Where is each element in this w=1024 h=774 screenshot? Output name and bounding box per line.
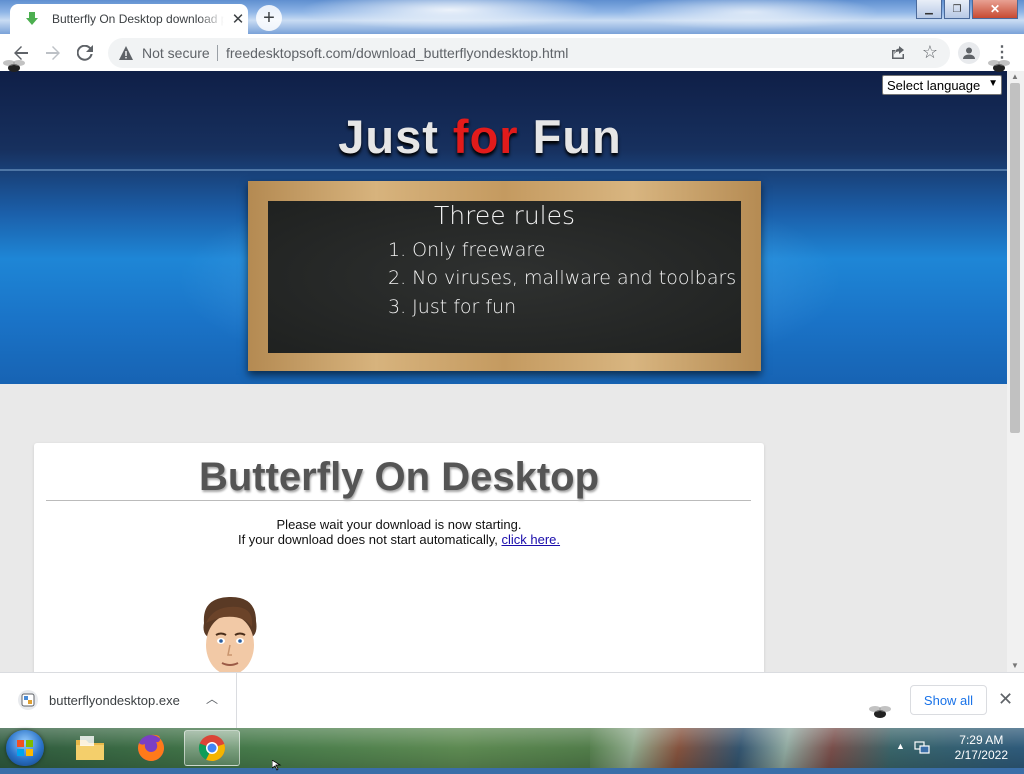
chalkboard: Three rules 1. Only freeware 2. No virus… — [248, 181, 761, 371]
sky-decoration — [300, 0, 600, 30]
close-window-button[interactable]: ✕ — [972, 0, 1018, 19]
language-select[interactable]: Select language ▼ — [882, 75, 1002, 95]
sky-decoration — [620, 0, 880, 30]
network-icon[interactable] — [914, 739, 930, 755]
header-banner: Just for Fun Three rules 1. Only freewar… — [0, 71, 1007, 396]
scrollbar-thumb[interactable] — [1010, 83, 1020, 433]
url-text[interactable]: freedesktopsoft.com/download_butterflyon… — [226, 45, 568, 61]
reload-icon[interactable] — [72, 40, 98, 66]
restore-button[interactable]: ❐ — [944, 0, 970, 19]
profile-avatar-icon[interactable] — [958, 42, 980, 64]
minimize-button[interactable]: ▁ — [916, 0, 942, 19]
download-status-text: Please wait your download is now startin… — [276, 517, 522, 532]
tab-title: Butterfly On Desktop download p — [52, 12, 224, 26]
new-tab-button[interactable]: + — [256, 5, 282, 31]
system-tray: ▲ 7:29 AM 2/17/2022 — [884, 728, 1024, 768]
window-controls: ▁ ❐ ✕ — [914, 0, 1018, 20]
firefox-icon[interactable] — [123, 730, 179, 766]
security-status[interactable]: Not secure — [142, 45, 210, 61]
download-item[interactable]: butterflyondesktop.exe ︿ — [0, 673, 237, 729]
rule-item: 1. Only freeware — [388, 239, 546, 261]
bookmark-star-icon[interactable]: ☆ — [922, 42, 938, 63]
download-filename: butterflyondesktop.exe — [49, 693, 180, 708]
download-card: Butterfly On Desktop Please wait your do… — [34, 443, 764, 672]
chevron-down-icon: ▼ — [988, 78, 998, 89]
page-viewport: Just for Fun Three rules 1. Only freewar… — [0, 71, 1007, 672]
download-fallback-text: If your download does not start automati… — [34, 532, 764, 547]
address-separator — [217, 45, 218, 61]
browser-toolbar: Not secure freedesktopsoft.com/download_… — [0, 34, 1024, 72]
start-button[interactable] — [6, 730, 44, 766]
tab-close-icon[interactable]: ✕ — [230, 11, 246, 28]
fallback-prefix: If your download does not start automati… — [237, 532, 498, 547]
language-select-value: Select language — [887, 77, 981, 93]
browser-tab[interactable]: Butterfly On Desktop download p ✕ — [10, 4, 248, 34]
warning-triangle-icon[interactable] — [118, 45, 134, 61]
clock-date: 2/17/2022 — [954, 748, 1008, 762]
rule-item: 2. No viruses, mallware and toolbars — [388, 267, 737, 289]
mouse-cursor-icon — [272, 760, 282, 771]
chalkboard-title: Three rules — [433, 201, 576, 230]
download-message: Please wait your download is now startin… — [34, 517, 764, 547]
click-here-link[interactable]: click here. — [502, 532, 561, 547]
chrome-taskbar-icon[interactable] — [184, 730, 240, 766]
banner-headline: Just for Fun — [0, 109, 960, 164]
banner-stripe — [0, 169, 1007, 171]
chevron-up-icon[interactable]: ︿ — [206, 690, 218, 707]
headline-word: Just — [338, 110, 439, 163]
fly-icon — [988, 60, 1010, 72]
forward-arrow-icon[interactable] — [40, 40, 66, 66]
page-scrollbar[interactable]: ▲ ▼ — [1007, 71, 1024, 672]
scroll-down-icon[interactable]: ▼ — [1011, 661, 1019, 670]
cartoon-man-image — [194, 593, 264, 672]
fly-icon — [869, 706, 891, 718]
address-bar[interactable]: Not secure freedesktopsoft.com/download_… — [108, 38, 950, 68]
headline-word-accent: for — [452, 110, 519, 163]
page-title: Butterfly On Desktop — [198, 455, 600, 499]
installer-file-icon — [17, 689, 39, 711]
download-arrow-icon — [24, 11, 40, 27]
taskbar-clock[interactable]: 7:29 AM 2/17/2022 — [955, 733, 1008, 763]
headline-word: Fun — [532, 110, 622, 163]
rule-item: 3. Just for fun — [388, 296, 517, 318]
windows-logo-icon — [17, 740, 33, 756]
browser-tab-strip: Butterfly On Desktop download p ✕ + ▁ ❐ … — [0, 0, 1024, 34]
share-icon[interactable] — [890, 45, 906, 61]
close-shelf-icon[interactable]: ✕ — [998, 689, 1013, 710]
file-explorer-icon[interactable] — [62, 730, 118, 766]
show-hidden-icons-arrow[interactable]: ▲ — [896, 741, 905, 751]
clock-time: 7:29 AM — [959, 733, 1004, 747]
fly-icon — [3, 60, 25, 72]
title-divider — [46, 500, 751, 501]
show-all-downloads-button[interactable]: Show all — [910, 685, 987, 715]
windows-taskbar: ▲ 7:29 AM 2/17/2022 — [0, 728, 1024, 768]
